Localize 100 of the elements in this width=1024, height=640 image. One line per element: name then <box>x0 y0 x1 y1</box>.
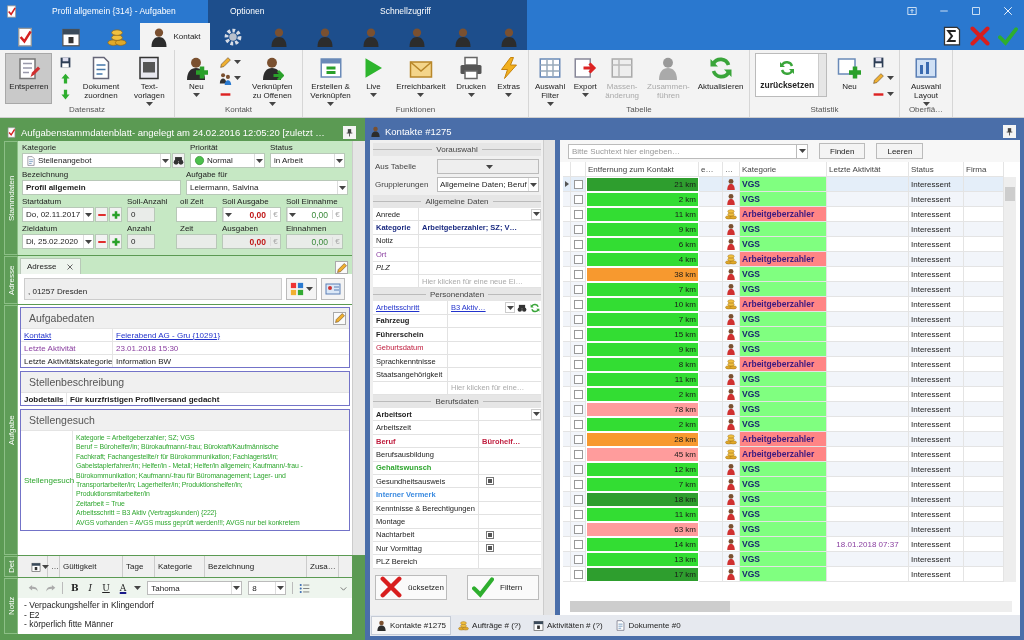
print-button[interactable]: Drucken <box>452 53 490 104</box>
dropdown-button[interactable] <box>231 582 242 594</box>
checkbox[interactable] <box>574 314 583 324</box>
column-header[interactable]: Kategorie <box>740 162 827 177</box>
combo-box[interactable]: Allgemeine Daten; Beruf <box>437 177 539 192</box>
summary-button[interactable] <box>942 26 962 46</box>
table-row[interactable]: 63 km VGS Interessent <box>563 522 1004 537</box>
link-open-button[interactable]: Verknüpfen zu Offenen <box>248 53 297 104</box>
combo-box[interactable] <box>437 159 539 174</box>
reachability-button[interactable]: Erreichbarkeit <box>392 53 450 104</box>
column-header[interactable]: Tage <box>123 556 155 577</box>
amount-field[interactable]: 0,00 € <box>286 207 343 222</box>
search-field[interactable]: Bitte Suchtext hier eingeben… <box>568 143 797 159</box>
italic-button[interactable]: I <box>86 583 95 593</box>
column-header[interactable]: Letzte Aktivität <box>827 162 909 177</box>
column-header[interactable]: Entfernung zum Kontakt <box>586 162 699 177</box>
edit-button[interactable] <box>335 261 348 274</box>
checkbox[interactable] <box>574 389 583 399</box>
dropdown-button[interactable] <box>160 154 170 167</box>
scrollbar[interactable] <box>352 141 365 555</box>
document-tab[interactable]: Kontakte #1275 <box>371 616 452 635</box>
new-statistic-button[interactable]: Neu <box>833 53 866 104</box>
table-row[interactable]: 9 km VGS Interessent <box>563 222 1004 237</box>
remove-button[interactable] <box>95 207 108 222</box>
calendar-button[interactable] <box>31 561 49 572</box>
text-field[interactable]: Profil allgemein <box>22 180 181 195</box>
add-button[interactable] <box>109 234 122 249</box>
checkbox[interactable] <box>574 269 583 279</box>
checkbox[interactable] <box>574 464 583 474</box>
live-button[interactable]: Live <box>357 53 390 104</box>
checkbox[interactable] <box>574 239 583 249</box>
font-field[interactable]: Tahoma <box>147 581 243 595</box>
scrollbar[interactable] <box>1004 177 1016 582</box>
dropdown-button[interactable] <box>797 143 808 159</box>
search-button[interactable] <box>516 302 528 314</box>
dropdown-button[interactable] <box>287 208 297 221</box>
statistic-gallery[interactable]: zurücksetzen <box>755 53 828 97</box>
layout-button[interactable]: Auswahl Layout <box>906 53 946 104</box>
dropdown-button[interactable] <box>334 154 344 167</box>
ribbon-tab[interactable]: Kontakt <box>140 23 210 50</box>
create-link-button[interactable]: Erstellen & Verknüpfen <box>306 53 355 104</box>
edit-button[interactable] <box>333 311 346 325</box>
pin-button[interactable] <box>1003 125 1016 138</box>
assign-document-button[interactable]: Dokument zuordnen <box>78 53 124 104</box>
table-row[interactable]: 4 km Arbeitgeberzahler Interessent <box>563 252 1004 267</box>
dropdown-button[interactable] <box>505 302 515 314</box>
extras-button[interactable]: Extras <box>492 53 525 104</box>
pencil-button[interactable] <box>871 71 894 85</box>
checkbox[interactable] <box>574 404 583 414</box>
clear-button[interactable]: Leeren <box>876 143 924 159</box>
checkbox[interactable] <box>574 194 583 204</box>
cancel-button[interactable] <box>970 26 990 46</box>
checkbox[interactable] <box>574 224 583 234</box>
checkbox[interactable] <box>574 569 583 579</box>
contact-card-button[interactable] <box>321 278 345 300</box>
font-size-field[interactable]: 8 <box>248 581 287 595</box>
scrollbar[interactable] <box>570 601 1012 612</box>
checkbox[interactable] <box>574 284 583 294</box>
new-contact-button[interactable]: Neu <box>180 53 213 104</box>
checkbox[interactable] <box>574 524 583 534</box>
checkbox[interactable] <box>574 329 583 339</box>
priority-field[interactable]: Normal <box>190 153 265 168</box>
column-header[interactable]: Bezeichnung <box>205 556 307 577</box>
filter-button[interactable]: Auswahl Filter <box>531 53 570 104</box>
date-field[interactable]: Di, 25.02.2020 <box>22 234 94 249</box>
checkbox[interactable] <box>574 179 583 189</box>
table-row[interactable]: 7 km VGS Interessent <box>563 312 1004 327</box>
document-tab[interactable]: Dokumente #0 <box>609 616 686 635</box>
checkbox[interactable] <box>574 554 583 564</box>
dropdown-button[interactable] <box>531 408 541 420</box>
document-tab[interactable]: Aufträge # (?) <box>453 616 526 635</box>
find-button[interactable]: Finden <box>819 143 866 159</box>
dropdown-button[interactable] <box>83 235 93 248</box>
dropdown-button[interactable] <box>254 154 264 167</box>
map-button[interactable] <box>286 278 317 300</box>
text-templates-button[interactable]: Text- vorlagen <box>129 53 169 104</box>
export-button[interactable]: Export <box>569 53 602 104</box>
address-tab[interactable]: Adresse <box>20 258 82 274</box>
table-row[interactable]: 17 km VGS Interessent <box>563 567 1004 582</box>
checkbox[interactable] <box>574 254 583 264</box>
column-header[interactable]: Zusa… <box>307 556 339 577</box>
table-row[interactable]: 21 km VGS Interessent <box>563 177 1004 192</box>
unlock-button[interactable]: Entsperren <box>5 53 53 104</box>
confirm-button[interactable] <box>998 26 1018 46</box>
pin-button[interactable] <box>343 125 356 139</box>
contact-link[interactable]: Feierabend AG - Gru {10291} <box>113 330 221 340</box>
checkbox[interactable] <box>574 209 583 219</box>
checkbox[interactable] <box>574 359 583 369</box>
table-row[interactable]: 7 km VGS Interessent <box>563 282 1004 297</box>
refresh-button[interactable]: Aktualisieren <box>693 53 748 104</box>
underline-button[interactable]: U <box>100 583 112 593</box>
dropdown-button[interactable] <box>83 208 93 221</box>
checkbox[interactable] <box>574 509 583 519</box>
column-header[interactable]: Gültigkeit <box>60 556 123 577</box>
search-button[interactable] <box>172 153 185 168</box>
table-row[interactable]: 18 km VGS Interessent <box>563 492 1004 507</box>
checkbox[interactable] <box>574 344 583 354</box>
checkbox[interactable] <box>486 477 494 486</box>
column-header[interactable]: Status <box>909 162 964 177</box>
column-header[interactable]: … <box>723 162 740 177</box>
